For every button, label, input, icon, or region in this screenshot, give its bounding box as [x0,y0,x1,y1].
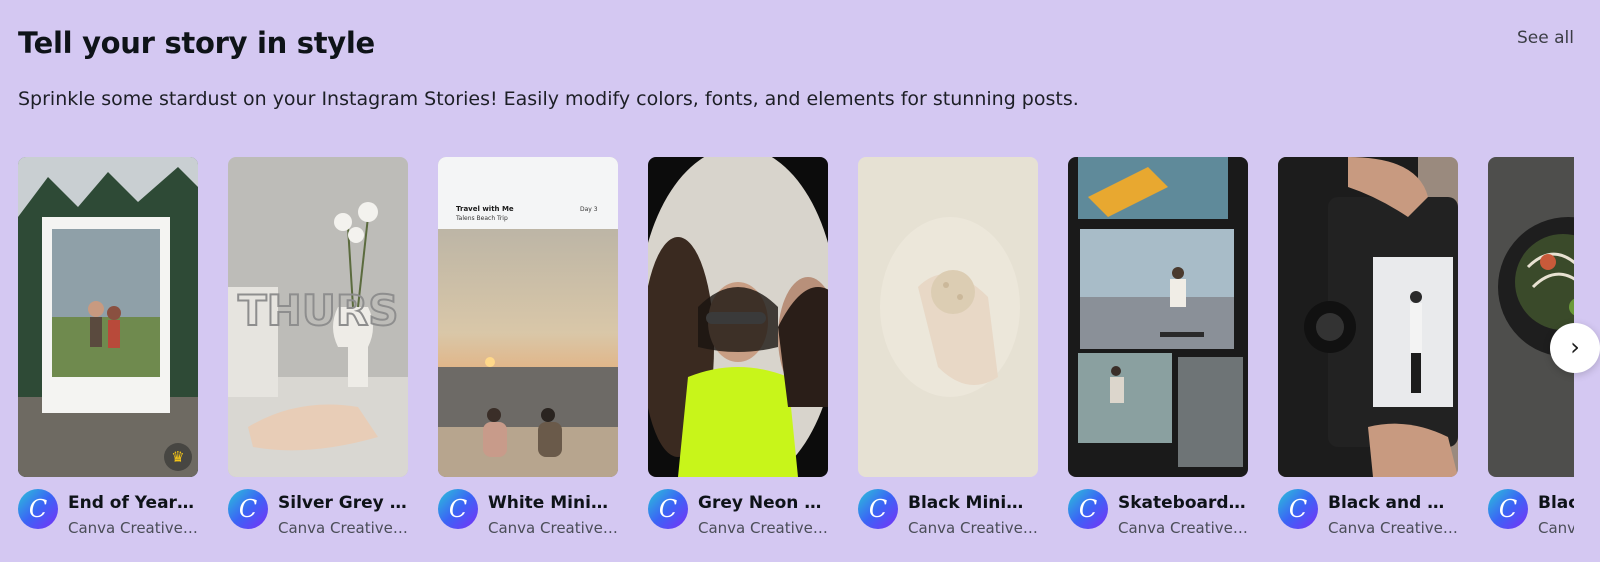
card-title[interactable]: End of Year R... [68,493,198,513]
thumbnail-image: Travel with Me Talens Beach Trip Day 3 [438,157,618,477]
template-thumbnail[interactable]: Travel with Me Talens Beach Trip Day 3 [438,157,618,477]
card-meta: C Blac Canva [1488,489,1574,543]
template-card[interactable]: THURS C Silver Grey E... Canva Creative … [228,157,408,543]
canva-avatar: C [648,489,688,529]
card-title[interactable]: Skateboarder... [1118,493,1248,513]
canva-avatar: C [1278,489,1318,529]
template-card[interactable]: C Grey Neon Gr... Canva Creative ... [648,157,828,543]
template-thumbnail[interactable]: THURS [228,157,408,477]
template-thumbnail[interactable] [648,157,828,477]
overlay-day: Day 3 [580,206,598,213]
canva-avatar: C [1488,489,1528,529]
card-author[interactable]: Canva [1538,519,1574,537]
template-card[interactable]: Travel with Me Talens Beach Trip Day 3 C… [438,157,618,543]
template-thumbnail[interactable] [858,157,1038,477]
thumbnail-image [648,157,828,477]
card-author[interactable]: Canva Creative ... [908,519,1038,537]
overlay-heading: Travel with Me [456,205,514,213]
card-meta: C Grey Neon Gr... Canva Creative ... [648,489,828,543]
card-title[interactable]: Black Minima... [908,493,1038,513]
template-card[interactable]: ♛ C End of Year R... Canva Creative ... [18,157,198,543]
canva-avatar: C [228,489,268,529]
canva-avatar: C [18,489,58,529]
card-meta: C Black and Wh... Canva Creative ... [1278,489,1458,543]
card-author[interactable]: Canva Creative ... [278,519,408,537]
card-author[interactable]: Canva Creative ... [68,519,198,537]
card-meta: C Black Minima... Canva Creative ... [858,489,1038,543]
thumbnail-image [1068,157,1248,477]
template-thumbnail[interactable]: ♛ [18,157,198,477]
thumbnail-image: THURS [228,157,408,477]
card-title[interactable]: Blac [1538,493,1574,513]
card-meta: C White Minim... Canva Creative ... [438,489,618,543]
card-title[interactable]: White Minim... [488,493,618,513]
section-title: Tell your story in style [18,26,375,60]
card-meta: C Silver Grey E... Canva Creative ... [228,489,408,543]
card-author[interactable]: Canva Creative ... [1118,519,1248,537]
canva-avatar: C [438,489,478,529]
thumbnail-image [858,157,1038,477]
card-meta: C Skateboarder... Canva Creative ... [1068,489,1248,543]
card-author[interactable]: Canva Creative ... [488,519,618,537]
see-all-link[interactable]: See all [1517,28,1574,48]
thumbnail-image [1278,157,1458,477]
template-card[interactable]: C Black and Wh... Canva Creative ... [1278,157,1458,543]
thumbnail-image [18,157,198,477]
overlay-sub: Talens Beach Trip [455,215,508,222]
svg-text:THURS: THURS [238,286,399,335]
canva-avatar: C [858,489,898,529]
thumbnail-image [1488,157,1574,477]
card-meta: C End of Year R... Canva Creative ... [18,489,198,543]
template-thumbnail[interactable] [1488,157,1574,477]
crown-icon: ♛ [164,443,192,471]
section-subtitle: Sprinkle some stardust on your Instagram… [18,88,1079,110]
card-title[interactable]: Grey Neon Gr... [698,493,828,513]
template-card[interactable]: C Skateboarder... Canva Creative ... [1068,157,1248,543]
template-thumbnail[interactable] [1278,157,1458,477]
card-title[interactable]: Black and Wh... [1328,493,1458,513]
template-carousel: ♛ C End of Year R... Canva Creative ... … [18,157,1574,547]
carousel-next-button[interactable]: › [1550,323,1600,373]
card-author[interactable]: Canva Creative ... [1328,519,1458,537]
card-author[interactable]: Canva Creative ... [698,519,828,537]
chevron-right-icon: › [1570,333,1580,361]
canva-avatar: C [1068,489,1108,529]
template-card[interactable]: C Black Minima... Canva Creative ... [858,157,1038,543]
template-thumbnail[interactable] [1068,157,1248,477]
card-title[interactable]: Silver Grey E... [278,493,408,513]
